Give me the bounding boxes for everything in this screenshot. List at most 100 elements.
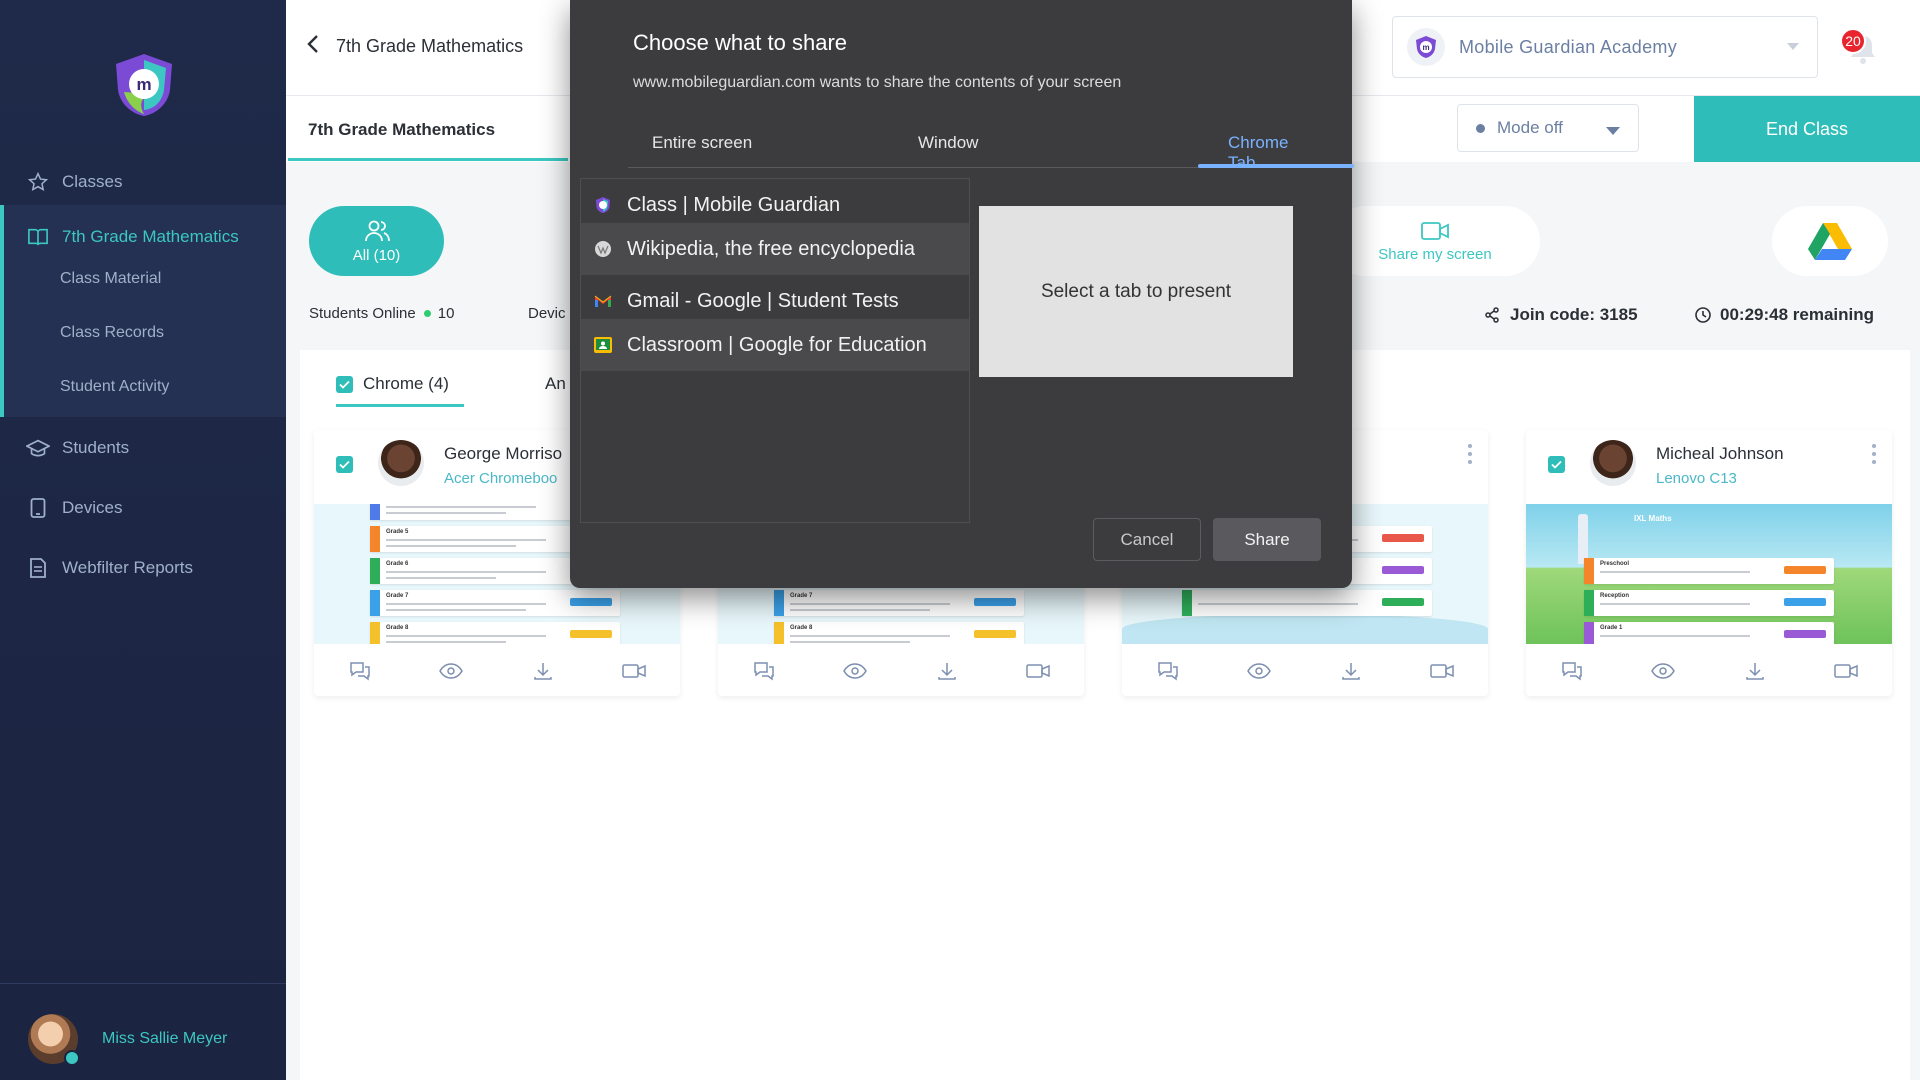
tablet-icon xyxy=(26,496,50,520)
all-students-label: All (10) xyxy=(352,246,401,264)
chevron-down-icon xyxy=(1606,127,1620,135)
share-my-screen-label: Share my screen xyxy=(1378,245,1492,263)
grade-row: Grade 7 xyxy=(370,590,620,616)
mode-select[interactable]: Mode off xyxy=(1457,104,1639,152)
sidebar-subitem-student-activity[interactable]: Student Activity xyxy=(60,378,169,396)
edit-pencil-icon xyxy=(64,1050,80,1066)
chat-icon[interactable] xyxy=(752,660,776,682)
more-options-icon[interactable] xyxy=(1468,444,1472,464)
school-select[interactable]: m Mobile Guardian Academy xyxy=(1392,16,1818,78)
chat-icon[interactable] xyxy=(1560,660,1584,682)
online-status-dot xyxy=(423,310,431,317)
sidebar-item-label: 7th Grade Mathematics xyxy=(62,227,239,246)
eye-icon[interactable] xyxy=(1651,660,1676,682)
download-icon[interactable] xyxy=(531,660,555,682)
tab-list-label: Class | Mobile Guardian xyxy=(627,193,841,216)
notification-badge: 20 xyxy=(1840,28,1866,54)
svg-text:m: m xyxy=(1422,43,1429,52)
checkbox-checked-icon[interactable] xyxy=(336,456,353,473)
dialog-title: Choose what to share xyxy=(633,30,848,55)
download-icon[interactable] xyxy=(1743,660,1767,682)
student-name: Micheal Johnson xyxy=(1656,444,1784,463)
eye-icon[interactable] xyxy=(843,660,868,682)
students-online-label: Students Online xyxy=(309,305,416,322)
landscape-hill xyxy=(1122,614,1488,644)
download-icon[interactable] xyxy=(935,660,959,682)
student-avatar xyxy=(378,440,424,486)
sidebar-item-7th-grade-mathematics[interactable]: 7th Grade Mathematics xyxy=(0,213,286,261)
sidebar-item-devices[interactable]: Devices xyxy=(0,484,286,532)
google-classroom-favicon-icon xyxy=(593,335,613,355)
sidebar-item-label: Webfilter Reports xyxy=(62,558,194,577)
back-arrow-icon[interactable] xyxy=(306,34,320,60)
video-camera-icon xyxy=(1421,221,1449,240)
grade-row: Grade 8 xyxy=(370,622,620,644)
devices-label: Devic xyxy=(528,305,566,322)
join-code-label: Join code: 3185 xyxy=(1510,305,1638,324)
more-options-icon[interactable] xyxy=(1872,444,1876,464)
eye-icon[interactable] xyxy=(1247,660,1272,682)
dialog-subtitle: www.mobileguardian.com wants to share th… xyxy=(633,74,1122,91)
grade-row: Reception xyxy=(1584,590,1834,616)
tab-list-item[interactable]: Wikipedia, the free encyclopedia xyxy=(581,223,969,275)
tab-list-label: Wikipedia, the free encyclopedia xyxy=(627,237,915,260)
lighthouse-shape xyxy=(1578,514,1588,564)
video-camera-icon[interactable] xyxy=(1430,660,1454,682)
svg-text:m: m xyxy=(136,75,151,94)
download-icon[interactable] xyxy=(1339,660,1363,682)
share-source-tabs: Entire screen Window Chrome Tab xyxy=(628,126,1354,172)
sidebar-item-webfilter-reports[interactable]: Webfilter Reports xyxy=(0,544,286,592)
video-camera-icon[interactable] xyxy=(1834,660,1858,682)
video-camera-icon[interactable] xyxy=(1026,660,1050,682)
grade-row: Grade 1 xyxy=(1584,622,1834,644)
sidebar-subitem-class-material[interactable]: Class Material xyxy=(60,270,161,288)
tab-android[interactable]: An xyxy=(545,374,566,394)
sidebar-item-label: Classes xyxy=(62,172,123,191)
avatar xyxy=(28,1014,80,1066)
join-code[interactable]: Join code: 3185 xyxy=(1484,305,1638,325)
share-icon xyxy=(1485,307,1499,323)
card-actions xyxy=(1122,656,1488,686)
page-title: 7th Grade Mathematics xyxy=(336,36,524,56)
share-button[interactable]: Share xyxy=(1213,518,1321,561)
student-card[interactable]: Micheal Johnson Lenovo C13 IXL Maths Pre… xyxy=(1526,430,1892,696)
chevron-down-icon xyxy=(1787,43,1799,50)
sidebar-item-label: Devices xyxy=(62,498,123,517)
tab-entire-screen[interactable]: Entire screen xyxy=(652,133,752,153)
screen-thumbnail[interactable]: IXL Maths Preschool Reception Grade 1 xyxy=(1526,504,1892,644)
student-device: Lenovo C13 xyxy=(1656,470,1737,487)
grade-row: Grade 8 xyxy=(774,622,1024,644)
mobile-guardian-logo-icon: m xyxy=(116,54,172,116)
tab-window[interactable]: Window xyxy=(918,133,978,153)
google-drive-icon xyxy=(1808,223,1852,260)
cancel-button[interactable]: Cancel xyxy=(1093,518,1201,561)
sidebar-item-label: Students xyxy=(62,438,130,457)
video-camera-icon[interactable] xyxy=(622,660,646,682)
user-profile[interactable]: Miss Sallie Meyer xyxy=(28,1014,228,1066)
share-my-screen-button[interactable]: Share my screen xyxy=(1330,206,1540,276)
tab-list-item[interactable]: Classroom | Google for Education xyxy=(581,319,969,371)
chat-icon[interactable] xyxy=(1156,660,1180,682)
class-tab-title[interactable]: 7th Grade Mathematics xyxy=(308,120,495,140)
school-logo-icon: m xyxy=(1407,28,1445,66)
chat-icon[interactable] xyxy=(348,660,372,682)
book-icon xyxy=(26,225,50,249)
all-students-button[interactable]: All (10) xyxy=(309,206,444,276)
sidebar: m Classes 7th Grade Mathematics Class Ma… xyxy=(0,0,286,1080)
sidebar-item-students[interactable]: Students xyxy=(0,424,286,472)
card-actions xyxy=(314,656,680,686)
star-icon xyxy=(26,170,50,194)
tab-chrome[interactable]: Chrome (4) xyxy=(336,374,449,394)
end-class-button[interactable]: End Class xyxy=(1694,96,1920,162)
sidebar-item-classes[interactable]: Classes xyxy=(0,158,286,206)
checkbox-checked-icon[interactable] xyxy=(336,375,353,393)
mode-status-dot xyxy=(1476,123,1485,133)
user-name: Miss Sallie Meyer xyxy=(102,1030,228,1047)
users-icon xyxy=(364,220,390,241)
student-avatar xyxy=(1590,440,1636,486)
graduation-cap-icon xyxy=(26,436,50,460)
sidebar-subitem-class-records[interactable]: Class Records xyxy=(60,324,164,342)
google-drive-button[interactable] xyxy=(1772,206,1888,276)
checkbox-checked-icon[interactable] xyxy=(1548,456,1565,473)
eye-icon[interactable] xyxy=(439,660,464,682)
